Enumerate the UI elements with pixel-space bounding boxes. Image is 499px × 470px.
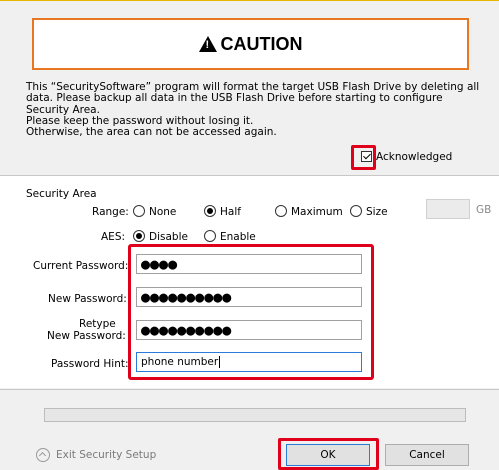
new-password-label: New Password: bbox=[48, 293, 127, 305]
aes-enable-label[interactable]: Enable bbox=[220, 231, 256, 243]
caution-title-text: CAUTION bbox=[220, 33, 303, 54]
range-half-label[interactable]: Half bbox=[220, 206, 241, 218]
current-password-label: Current Password: bbox=[33, 260, 129, 272]
range-size-label[interactable]: Size bbox=[366, 206, 388, 218]
password-hint-input[interactable]: phone number bbox=[136, 352, 362, 372]
retype-password-label-line2: New Password: bbox=[47, 330, 126, 342]
progress-bar bbox=[44, 408, 466, 422]
retype-password-input[interactable]: ●●●●●●●●●● bbox=[136, 320, 362, 340]
aes-enable-radio[interactable] bbox=[204, 230, 216, 242]
warning-triangle-icon bbox=[198, 36, 217, 52]
window-top-edge bbox=[0, 0, 499, 6]
security-area-heading: Security Area bbox=[26, 188, 97, 200]
exit-security-setup-label: Exit Security Setup bbox=[56, 449, 157, 461]
range-maximum-label[interactable]: Maximum bbox=[291, 206, 343, 218]
range-maximum-radio[interactable] bbox=[275, 205, 287, 217]
size-unit-label: GB bbox=[476, 204, 492, 216]
divider-bottom bbox=[0, 389, 499, 390]
acknowledge-checkbox[interactable] bbox=[361, 151, 372, 162]
format-warning-text: This “SecuritySoftware” program will for… bbox=[26, 81, 480, 139]
cancel-button[interactable]: Cancel bbox=[385, 444, 469, 466]
password-hint-value: phone number bbox=[141, 356, 219, 368]
caution-banner: CAUTION bbox=[32, 18, 469, 70]
range-none-radio[interactable] bbox=[133, 205, 145, 217]
exit-security-setup-button[interactable]: Exit Security Setup bbox=[36, 448, 156, 462]
aes-disable-label[interactable]: Disable bbox=[149, 231, 188, 243]
caution-heading: CAUTION bbox=[198, 33, 303, 55]
acknowledge-label[interactable]: Acknowledged bbox=[376, 151, 452, 163]
range-size-radio[interactable] bbox=[350, 205, 362, 217]
range-none-label[interactable]: None bbox=[149, 206, 176, 218]
text-caret bbox=[219, 356, 221, 368]
password-hint-label: Password Hint: bbox=[51, 358, 129, 370]
aes-label: AES: bbox=[101, 231, 126, 243]
ok-button[interactable]: OK bbox=[286, 444, 370, 466]
aes-disable-radio[interactable] bbox=[133, 230, 145, 242]
new-password-input[interactable]: ●●●●●●●●●● bbox=[136, 287, 362, 307]
range-half-radio[interactable] bbox=[204, 205, 216, 217]
chevron-up-circle-icon bbox=[36, 448, 50, 462]
size-input[interactable] bbox=[426, 199, 470, 219]
retype-password-label-line1: Retype bbox=[79, 318, 116, 330]
current-password-input[interactable]: ●●●● bbox=[136, 254, 362, 274]
range-label: Range: bbox=[92, 206, 129, 218]
